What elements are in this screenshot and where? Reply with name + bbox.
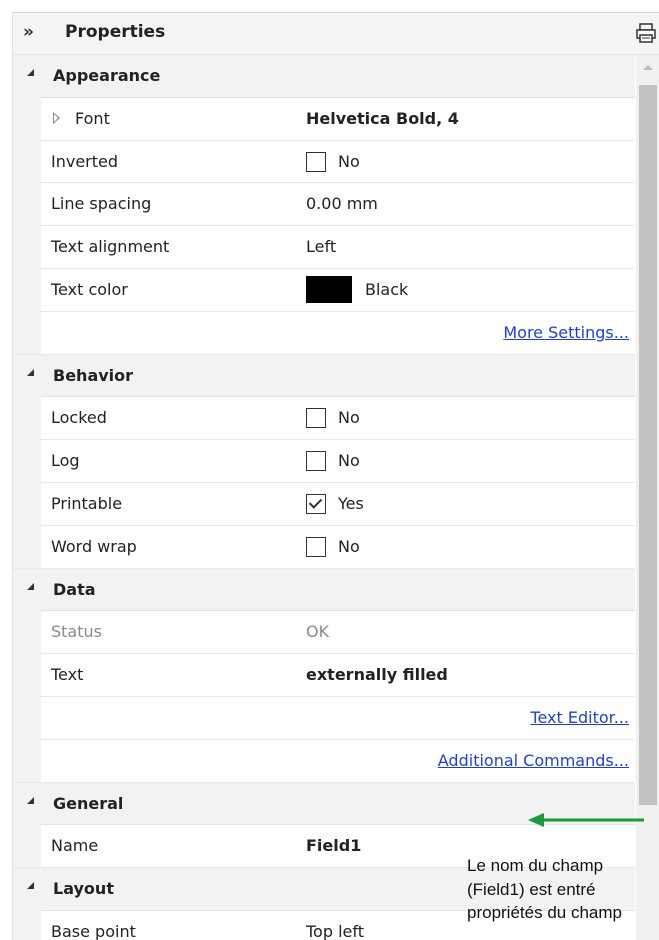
color-swatch[interactable] — [306, 275, 352, 303]
section-label: Data — [53, 579, 96, 599]
row-gutter — [13, 267, 41, 311]
collapse-triangle-icon[interactable] — [27, 368, 34, 376]
more-settings-link[interactable]: More Settings... — [503, 323, 629, 342]
expand-arrow-icon[interactable] — [53, 111, 60, 124]
property-name: Base point — [51, 921, 136, 940]
property-value[interactable]: Top left — [306, 922, 364, 940]
row-gutter — [13, 182, 41, 226]
row-gutter — [13, 396, 41, 440]
property-value: Black — [365, 279, 409, 299]
property-row-font[interactable]: Font Helvetica Bold, 4 — [13, 96, 635, 141]
panel-title: Properties — [65, 22, 166, 42]
collapse-panel-icon[interactable]: » — [23, 22, 34, 42]
row-gutter — [13, 824, 41, 868]
section-appearance[interactable]: Appearance — [13, 55, 635, 98]
row-gutter — [13, 524, 41, 568]
printer-icon[interactable] — [635, 22, 657, 44]
section-label: Appearance — [53, 66, 161, 85]
printable-checkbox[interactable] — [306, 493, 326, 514]
annotation-callout: Le nom du champ (Field1) est entré propr… — [467, 854, 659, 925]
collapse-triangle-icon[interactable] — [27, 796, 34, 804]
property-value: OK — [306, 622, 330, 642]
section-data[interactable]: Data — [13, 568, 635, 612]
property-value[interactable]: externally filled — [306, 665, 448, 684]
property-row-text-alignment[interactable]: Text alignment Left — [13, 225, 635, 269]
text-editor-link[interactable]: Text Editor... — [530, 708, 629, 727]
property-row-more-settings: More Settings... — [13, 310, 635, 355]
annotation-line: (Field1) est entré — [467, 879, 596, 899]
property-row-locked[interactable]: Locked No — [13, 396, 635, 441]
property-name: Status — [51, 622, 102, 642]
property-name: Inverted — [51, 151, 119, 171]
green-arrow-icon — [528, 813, 644, 827]
additional-commands-link[interactable]: Additional Commands... — [438, 751, 629, 770]
property-name: Name — [51, 836, 99, 856]
word-wrap-checkbox[interactable] — [306, 536, 326, 557]
collapse-triangle-icon[interactable] — [27, 69, 34, 76]
property-name: Log — [51, 451, 80, 471]
row-gutter — [13, 610, 41, 654]
property-row-log[interactable]: Log No — [13, 439, 635, 483]
annotation-line: propriétés du champ — [467, 903, 622, 922]
property-row-text-editor: Text Editor... — [13, 695, 635, 740]
row-gutter — [13, 310, 41, 354]
property-value: No — [338, 151, 360, 171]
row-gutter — [13, 439, 41, 483]
annotation-line: Le nom du champ — [467, 856, 604, 875]
row-gutter — [13, 139, 41, 183]
property-row-text-color[interactable]: Text color Black — [13, 267, 635, 312]
row-gutter — [13, 225, 41, 269]
section-label: General — [53, 793, 124, 813]
property-value: No — [338, 408, 360, 428]
property-value[interactable]: Field1 — [306, 836, 361, 855]
property-value[interactable]: Helvetica Bold, 4 — [306, 109, 459, 128]
section-label: Behavior — [53, 365, 134, 385]
inverted-checkbox[interactable] — [306, 151, 326, 172]
property-name: Printable — [51, 493, 123, 513]
row-gutter — [13, 481, 41, 525]
row-gutter — [13, 909, 41, 940]
property-name: Locked — [51, 408, 107, 428]
section-behavior[interactable]: Behavior — [13, 354, 635, 398]
property-value: Yes — [338, 493, 364, 513]
property-row-status: Status OK — [13, 610, 635, 655]
collapse-triangle-icon[interactable] — [27, 582, 34, 590]
property-name: Text alignment — [51, 237, 170, 257]
row-gutter — [13, 695, 41, 739]
row-gutter — [13, 738, 41, 782]
scrollbar-thumb[interactable] — [639, 85, 657, 805]
property-row-printable[interactable]: Printable Yes — [13, 481, 635, 526]
property-value: No — [338, 536, 360, 556]
property-name: Text color — [51, 279, 128, 299]
properties-panel: » Properties Appearance Font Helvetica B… — [12, 12, 659, 940]
collapse-triangle-icon[interactable] — [27, 882, 34, 890]
property-row-line-spacing[interactable]: Line spacing 0.00 mm — [13, 182, 635, 227]
log-checkbox[interactable] — [306, 451, 326, 472]
scroll-up-arrow-icon[interactable] — [643, 65, 653, 70]
property-name: Line spacing — [51, 194, 152, 214]
row-gutter — [13, 96, 41, 140]
property-row-text[interactable]: Text externally filled — [13, 653, 635, 697]
property-value[interactable]: 0.00 mm — [306, 194, 378, 213]
row-gutter — [13, 653, 41, 697]
property-name: Word wrap — [51, 536, 137, 556]
property-name: Font — [75, 108, 110, 128]
property-value: No — [338, 451, 360, 471]
property-value[interactable]: Left — [306, 237, 336, 256]
property-row-inverted[interactable]: Inverted No — [13, 139, 635, 184]
section-label: Layout — [53, 879, 114, 899]
property-name: Text — [51, 665, 84, 685]
panel-header: » Properties — [13, 13, 659, 55]
property-row-additional-commands: Additional Commands... — [13, 738, 635, 783]
locked-checkbox[interactable] — [306, 408, 326, 429]
property-row-word-wrap[interactable]: Word wrap No — [13, 524, 635, 569]
